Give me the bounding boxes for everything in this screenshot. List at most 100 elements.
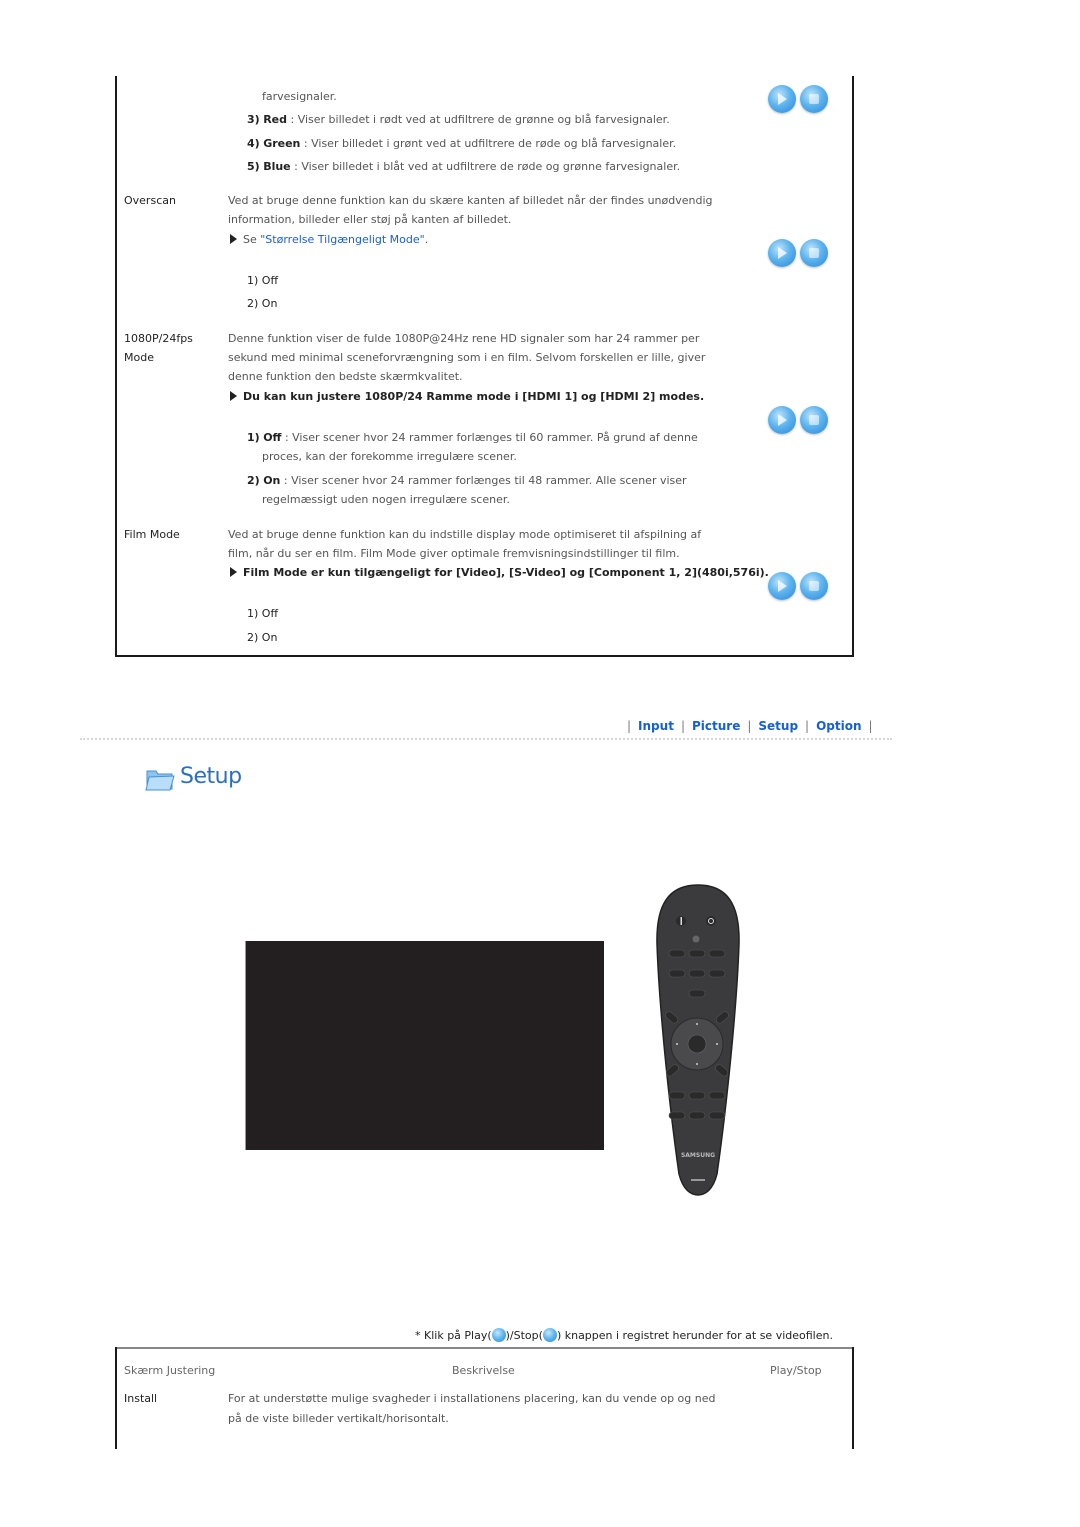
overscan-option-on: 2) On [247, 297, 278, 310]
p24-note: Du kan kun justere 1080P/24 Ramme mode i… [230, 390, 704, 404]
item-num: 4) [247, 137, 260, 150]
nav-link-option[interactable]: Option [816, 719, 861, 733]
play-stop-pair-3 [768, 406, 830, 436]
item-num: 5) [247, 160, 260, 173]
arrow-right-icon [230, 391, 237, 401]
section-nav: | Input | Picture | Setup | Option | [620, 719, 880, 733]
play-icon [778, 93, 787, 105]
nav-separator: | [747, 719, 752, 733]
film-mode-option-on: 2) On [247, 631, 278, 644]
overscan-desc-2: information, billeder eller støj på kant… [228, 213, 512, 226]
color-item-red: 3) Red : Viser billedet i rødt ved at ud… [247, 113, 670, 127]
size-mode-link[interactable]: "Størrelse Tilgængeligt Mode" [260, 233, 424, 246]
item-desc: : Viser billedet i rødt ved at udfiltrer… [287, 113, 670, 126]
film-mode-label: Film Mode [124, 528, 180, 541]
remote-control-image: SAMSUNG [656, 884, 740, 1196]
play-button[interactable] [768, 239, 796, 267]
nav-separator: | [680, 719, 685, 733]
item-name: Blue [263, 160, 291, 173]
install-desc-1: For at understøtte mulige svagheder i in… [228, 1392, 716, 1405]
p24-desc-2: sekund med minimal sceneforvrængning som… [228, 351, 706, 364]
overscan-desc-1: Ved at bruge denne funktion kan du skære… [228, 194, 713, 207]
film-mode-desc-2: film, når du ser en film. Film Mode give… [228, 547, 680, 560]
item-name: On [263, 474, 281, 487]
arrow-right-icon [230, 567, 237, 577]
hint-middle: )/Stop( [505, 1329, 543, 1342]
item-desc: : Viser scener hvor 24 rammer forlænges … [281, 431, 698, 444]
p24-desc-3: denne funktion den bedste skærmkvalitet. [228, 370, 463, 383]
install-label: Install [124, 1392, 158, 1405]
play-icon [778, 247, 787, 259]
overscan-option-off: 1) Off [247, 274, 279, 287]
item-desc: : Viser scener hvor 24 rammer forlænges … [280, 474, 687, 487]
nav-link-picture[interactable]: Picture [692, 719, 740, 733]
stop-icon [542, 1328, 557, 1342]
nav-separator: | [805, 719, 810, 733]
item-name: Red [263, 113, 287, 126]
play-stop-hint: * Klik på Play( )/Stop( ) knappen i regist… [415, 1328, 833, 1342]
p24-option-on-line2: regelmæssigt uden nogen irregulære scene… [262, 493, 510, 506]
play-icon [778, 580, 787, 592]
film-mode-desc-1: Ved at bruge denne funktion kan du indst… [228, 528, 702, 541]
table-right-border [852, 1347, 854, 1449]
item-desc: : Viser billedet i blåt ved at udfiltrer… [290, 160, 681, 173]
continuation-text: farvesignaler. [262, 90, 337, 103]
film-mode-note: Film Mode er kun tilgængeligt for [Video… [230, 566, 769, 580]
p24-option-on: 2) On : Viser scener hvor 24 rammer forl… [247, 474, 687, 488]
table-header-description: Beskrivelse [452, 1364, 515, 1377]
film-mode-note-text: Film Mode er kun tilgængeligt for [Video… [243, 566, 769, 579]
video-screen [245, 941, 604, 1150]
play-stop-pair-4 [768, 572, 830, 602]
item-num: 3) [247, 113, 260, 126]
overscan-see-note: Se "Størrelse Tilgængeligt Mode". [230, 233, 428, 247]
play-button[interactable] [768, 406, 796, 434]
stop-icon [809, 94, 819, 104]
nav-link-input[interactable]: Input [638, 719, 674, 733]
top-box-left-border [115, 76, 117, 657]
stop-button[interactable] [800, 239, 828, 267]
item-num: 1) [247, 431, 260, 444]
p24-option-off: 1) Off : Viser scener hvor 24 rammer for… [247, 431, 698, 445]
nav-link-setup[interactable]: Setup [758, 719, 798, 733]
folder-icon [145, 770, 175, 791]
arrow-right-icon [230, 234, 237, 244]
play-button[interactable] [768, 85, 796, 113]
stop-button[interactable] [800, 85, 828, 113]
play-button[interactable] [768, 572, 796, 600]
p24-note-text: Du kan kun justere 1080P/24 Ramme mode i… [243, 390, 705, 403]
stop-icon [809, 581, 819, 591]
p24-desc-1: Denne funktion viser de fulde 1080P@24Hz… [228, 332, 700, 345]
play-icon [778, 414, 787, 426]
table-header-playstop: Play/Stop [770, 1364, 822, 1377]
hint-suffix: ) knappen i registret herunder for at se… [556, 1329, 833, 1342]
see-suffix: . [424, 233, 429, 246]
color-item-green: 4) Green : Viser billedet i grønt ved at… [247, 137, 676, 151]
top-box-bottom-border [115, 655, 854, 657]
table-left-border [115, 1347, 117, 1449]
hint-prefix: * Klik på Play( [415, 1329, 492, 1342]
stop-button[interactable] [800, 406, 828, 434]
color-item-blue: 5) Blue : Viser billedet i blåt ved at u… [247, 160, 680, 174]
nav-separator: | [627, 719, 632, 733]
p24-label-line2: Mode [124, 351, 154, 364]
stop-icon [809, 248, 819, 258]
play-stop-pair-1 [768, 85, 830, 115]
film-mode-option-off: 1) Off [247, 607, 279, 620]
section-title: Setup [180, 764, 242, 789]
item-desc: : Viser billedet i grønt ved at udfiltre… [300, 137, 677, 150]
nav-separator: | [868, 719, 873, 733]
p24-option-off-line2: proces, kan der forekomme irregulære sce… [262, 450, 517, 463]
item-num: 2) [247, 474, 260, 487]
stop-icon [809, 415, 819, 425]
item-name: Green [263, 137, 301, 150]
see-prefix: Se [243, 233, 261, 246]
p24-label-line1: 1080P/24fps [124, 332, 193, 345]
table-top-border [117, 1347, 853, 1349]
table-header-adjustment: Skærm Justering [124, 1364, 216, 1377]
play-icon [491, 1328, 506, 1342]
install-desc-2: på de viste billeder vertikalt/horisonta… [228, 1412, 449, 1425]
overscan-label: Overscan [124, 194, 176, 207]
remote-brand: SAMSUNG [681, 1152, 715, 1159]
item-name: Off [263, 431, 282, 444]
stop-button[interactable] [800, 572, 828, 600]
